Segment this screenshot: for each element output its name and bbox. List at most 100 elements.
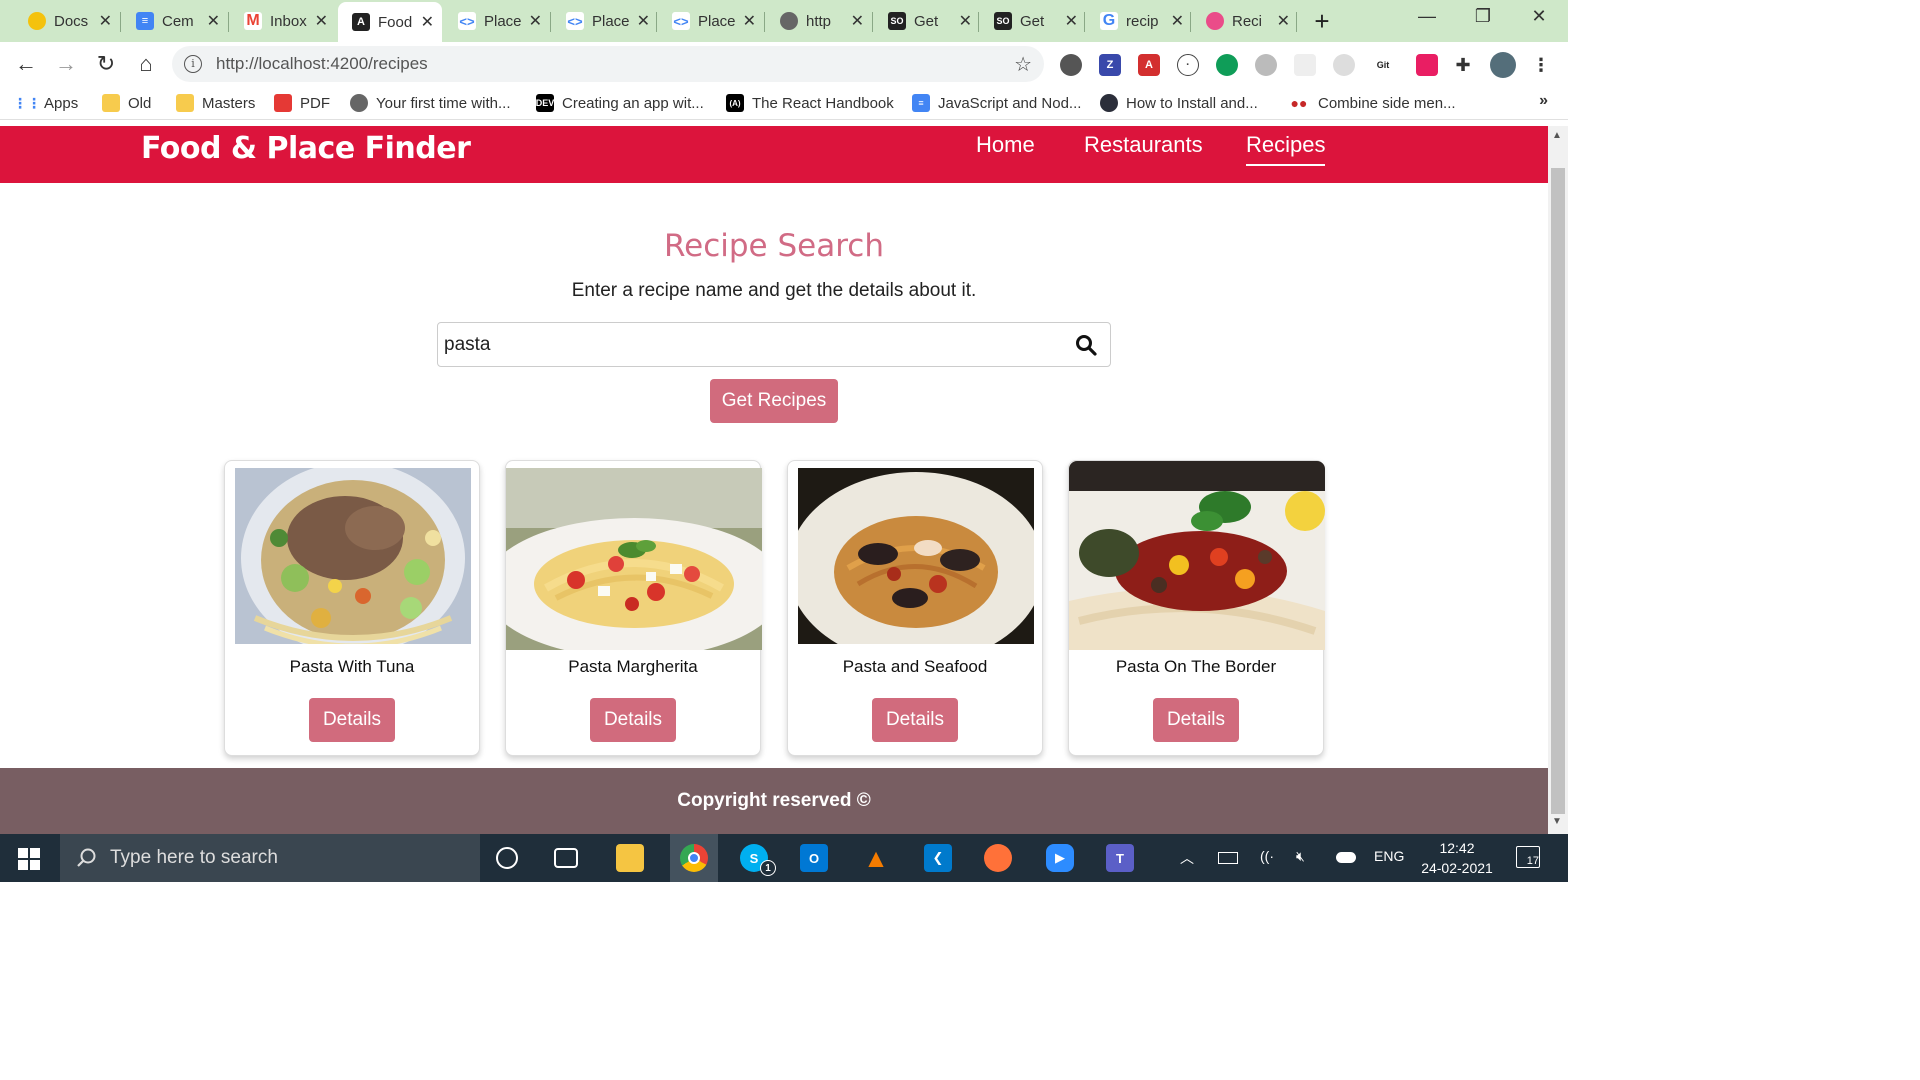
volume-muted-icon[interactable]: 🔇︎: [1296, 848, 1305, 865]
zotero-icon[interactable]: Z: [1099, 54, 1121, 76]
details-button[interactable]: Details: [1153, 698, 1239, 742]
back-icon[interactable]: ←: [12, 50, 40, 78]
bookmark-javascript-node[interactable]: ≡ JavaScript and Nod...: [912, 92, 1081, 114]
copyright-text: Copyright reserved ©: [677, 790, 871, 811]
tab-place-1[interactable]: <> Place ✕: [444, 4, 550, 38]
acrobat-icon[interactable]: A: [1138, 54, 1160, 76]
close-icon[interactable]: ✕: [851, 11, 864, 31]
bookmark-combine-side[interactable]: ●● Combine side men...: [1288, 92, 1456, 114]
color-picker-icon[interactable]: [1416, 54, 1438, 76]
close-icon[interactable]: ✕: [1171, 11, 1184, 31]
show-hidden-icons[interactable]: ︿: [1180, 848, 1194, 868]
recipe-image-pasta-and-seafood[interactable]: [798, 468, 1034, 644]
get-recipes-button[interactable]: Get Recipes: [710, 379, 838, 423]
close-icon[interactable]: ✕: [315, 11, 328, 31]
tab-food-active[interactable]: A Food ✕: [338, 2, 442, 42]
recipe-image-pasta-margherita[interactable]: [506, 468, 762, 650]
recipe-image-pasta-on-the-border[interactable]: [1069, 461, 1325, 650]
recipe-image-pasta-with-tuna[interactable]: [235, 468, 471, 644]
bookmark-masters[interactable]: Masters: [176, 92, 255, 114]
gitzip-icon[interactable]: Git: [1372, 54, 1394, 76]
wifi-icon[interactable]: ((·: [1260, 848, 1274, 864]
language-indicator[interactable]: ENG: [1374, 848, 1404, 864]
vscode-icon[interactable]: ❮: [924, 844, 952, 872]
bookmark-your-first-time[interactable]: Your first time with...: [350, 92, 511, 114]
grammarly-icon[interactable]: [1216, 54, 1238, 76]
tab-get-2[interactable]: SO Get ✕: [980, 4, 1086, 38]
tab-docs[interactable]: Docs ✕: [14, 4, 120, 38]
notifications-icon[interactable]: 17: [1516, 846, 1540, 868]
firefox-icon[interactable]: [984, 844, 1012, 872]
extension-code-icon[interactable]: ·: [1177, 54, 1199, 76]
close-icon[interactable]: ✕: [99, 11, 112, 31]
extension-gear-icon[interactable]: [1255, 54, 1277, 76]
tab-place-3[interactable]: <> Place ✕: [658, 4, 764, 38]
outlook-icon[interactable]: O: [800, 844, 828, 872]
details-button[interactable]: Details: [309, 698, 395, 742]
close-icon[interactable]: ✕: [637, 11, 650, 31]
bookmark-old[interactable]: Old: [102, 92, 151, 114]
site-brand[interactable]: Food & Place Finder: [141, 131, 471, 166]
search-icon[interactable]: [1074, 333, 1098, 357]
taskbar-search[interactable]: Type here to search: [60, 834, 480, 882]
onedrive-icon[interactable]: [1336, 852, 1356, 863]
extension-circle-icon[interactable]: [1060, 54, 1082, 76]
extension-ring-icon[interactable]: [1333, 54, 1355, 76]
site-info-icon[interactable]: i: [184, 55, 202, 73]
nav-home[interactable]: Home: [976, 132, 1035, 164]
scroll-down-icon[interactable]: ▼: [1552, 816, 1562, 827]
close-icon[interactable]: ✕: [743, 11, 756, 31]
windows-start-icon[interactable]: [18, 848, 40, 870]
extensions-puzzle-icon[interactable]: ✚: [1452, 54, 1474, 76]
tab-reci[interactable]: Reci ✕: [1192, 4, 1298, 38]
nav-restaurants[interactable]: Restaurants: [1084, 132, 1203, 164]
nav-recipes[interactable]: Recipes: [1246, 132, 1326, 166]
address-bar[interactable]: i http://localhost:4200/recipes ☆: [172, 46, 1044, 82]
page-scrollbar[interactable]: ▲ ▼: [1548, 126, 1568, 834]
bookmark-react-handbook[interactable]: (A) The React Handbook: [726, 92, 894, 114]
chrome-taskbar-button[interactable]: [670, 834, 718, 882]
close-icon[interactable]: ✕: [421, 12, 434, 32]
bookmark-apps[interactable]: ⋮⋮ Apps: [13, 92, 78, 114]
reload-icon[interactable]: ↻: [92, 50, 120, 78]
home-icon[interactable]: ⌂: [132, 50, 160, 78]
minimize-icon[interactable]: —: [1412, 6, 1442, 27]
scroll-up-icon[interactable]: ▲: [1552, 130, 1562, 141]
close-icon[interactable]: ✕: [207, 11, 220, 31]
bookmark-pdf[interactable]: PDF: [274, 92, 330, 114]
close-window-icon[interactable]: ✕: [1524, 6, 1554, 27]
close-icon[interactable]: ✕: [1277, 11, 1290, 31]
close-icon[interactable]: ✕: [1065, 11, 1078, 31]
task-view-icon[interactable]: [554, 848, 578, 868]
bookmarks-overflow-icon[interactable]: »: [1539, 92, 1548, 110]
menu-kebab-icon[interactable]: ⋮: [1530, 54, 1552, 76]
close-icon[interactable]: ✕: [959, 11, 972, 31]
recipe-search-input[interactable]: [444, 329, 1064, 361]
bookmark-how-to-install[interactable]: How to Install and...: [1100, 92, 1258, 114]
system-clock[interactable]: 12:42 24-02-2021: [1414, 838, 1500, 878]
url-text[interactable]: http://localhost:4200/recipes: [216, 54, 1014, 74]
tab-place-2[interactable]: <> Place ✕: [552, 4, 658, 38]
scrollbar-thumb[interactable]: [1551, 168, 1565, 814]
vlc-icon[interactable]: ▲: [862, 843, 890, 873]
tab-inbox[interactable]: M Inbox ✕: [230, 4, 336, 38]
bookmark-creating-app[interactable]: DEV Creating an app wit...: [536, 92, 704, 114]
extension-blank-icon[interactable]: [1294, 54, 1316, 76]
restore-icon[interactable]: ❐: [1468, 6, 1498, 27]
new-tab-button[interactable]: +: [1310, 6, 1334, 37]
file-explorer-icon[interactable]: [616, 844, 644, 872]
close-icon[interactable]: ✕: [529, 11, 542, 31]
details-button[interactable]: Details: [590, 698, 676, 742]
teams-icon[interactable]: T: [1106, 844, 1134, 872]
tab-cem[interactable]: ≡ Cem ✕: [122, 4, 228, 38]
forward-icon[interactable]: →: [52, 50, 80, 78]
tab-get-1[interactable]: SO Get ✕: [874, 4, 980, 38]
tab-http[interactable]: http ✕: [766, 4, 872, 38]
zoom-icon[interactable]: ▶: [1046, 844, 1074, 872]
bookmark-star-icon[interactable]: ☆: [1014, 52, 1032, 77]
tab-recip-google[interactable]: G recip ✕: [1086, 4, 1192, 38]
profile-avatar[interactable]: [1490, 52, 1516, 78]
battery-icon[interactable]: [1218, 852, 1238, 864]
details-button[interactable]: Details: [872, 698, 958, 742]
cortana-icon[interactable]: [496, 847, 518, 869]
